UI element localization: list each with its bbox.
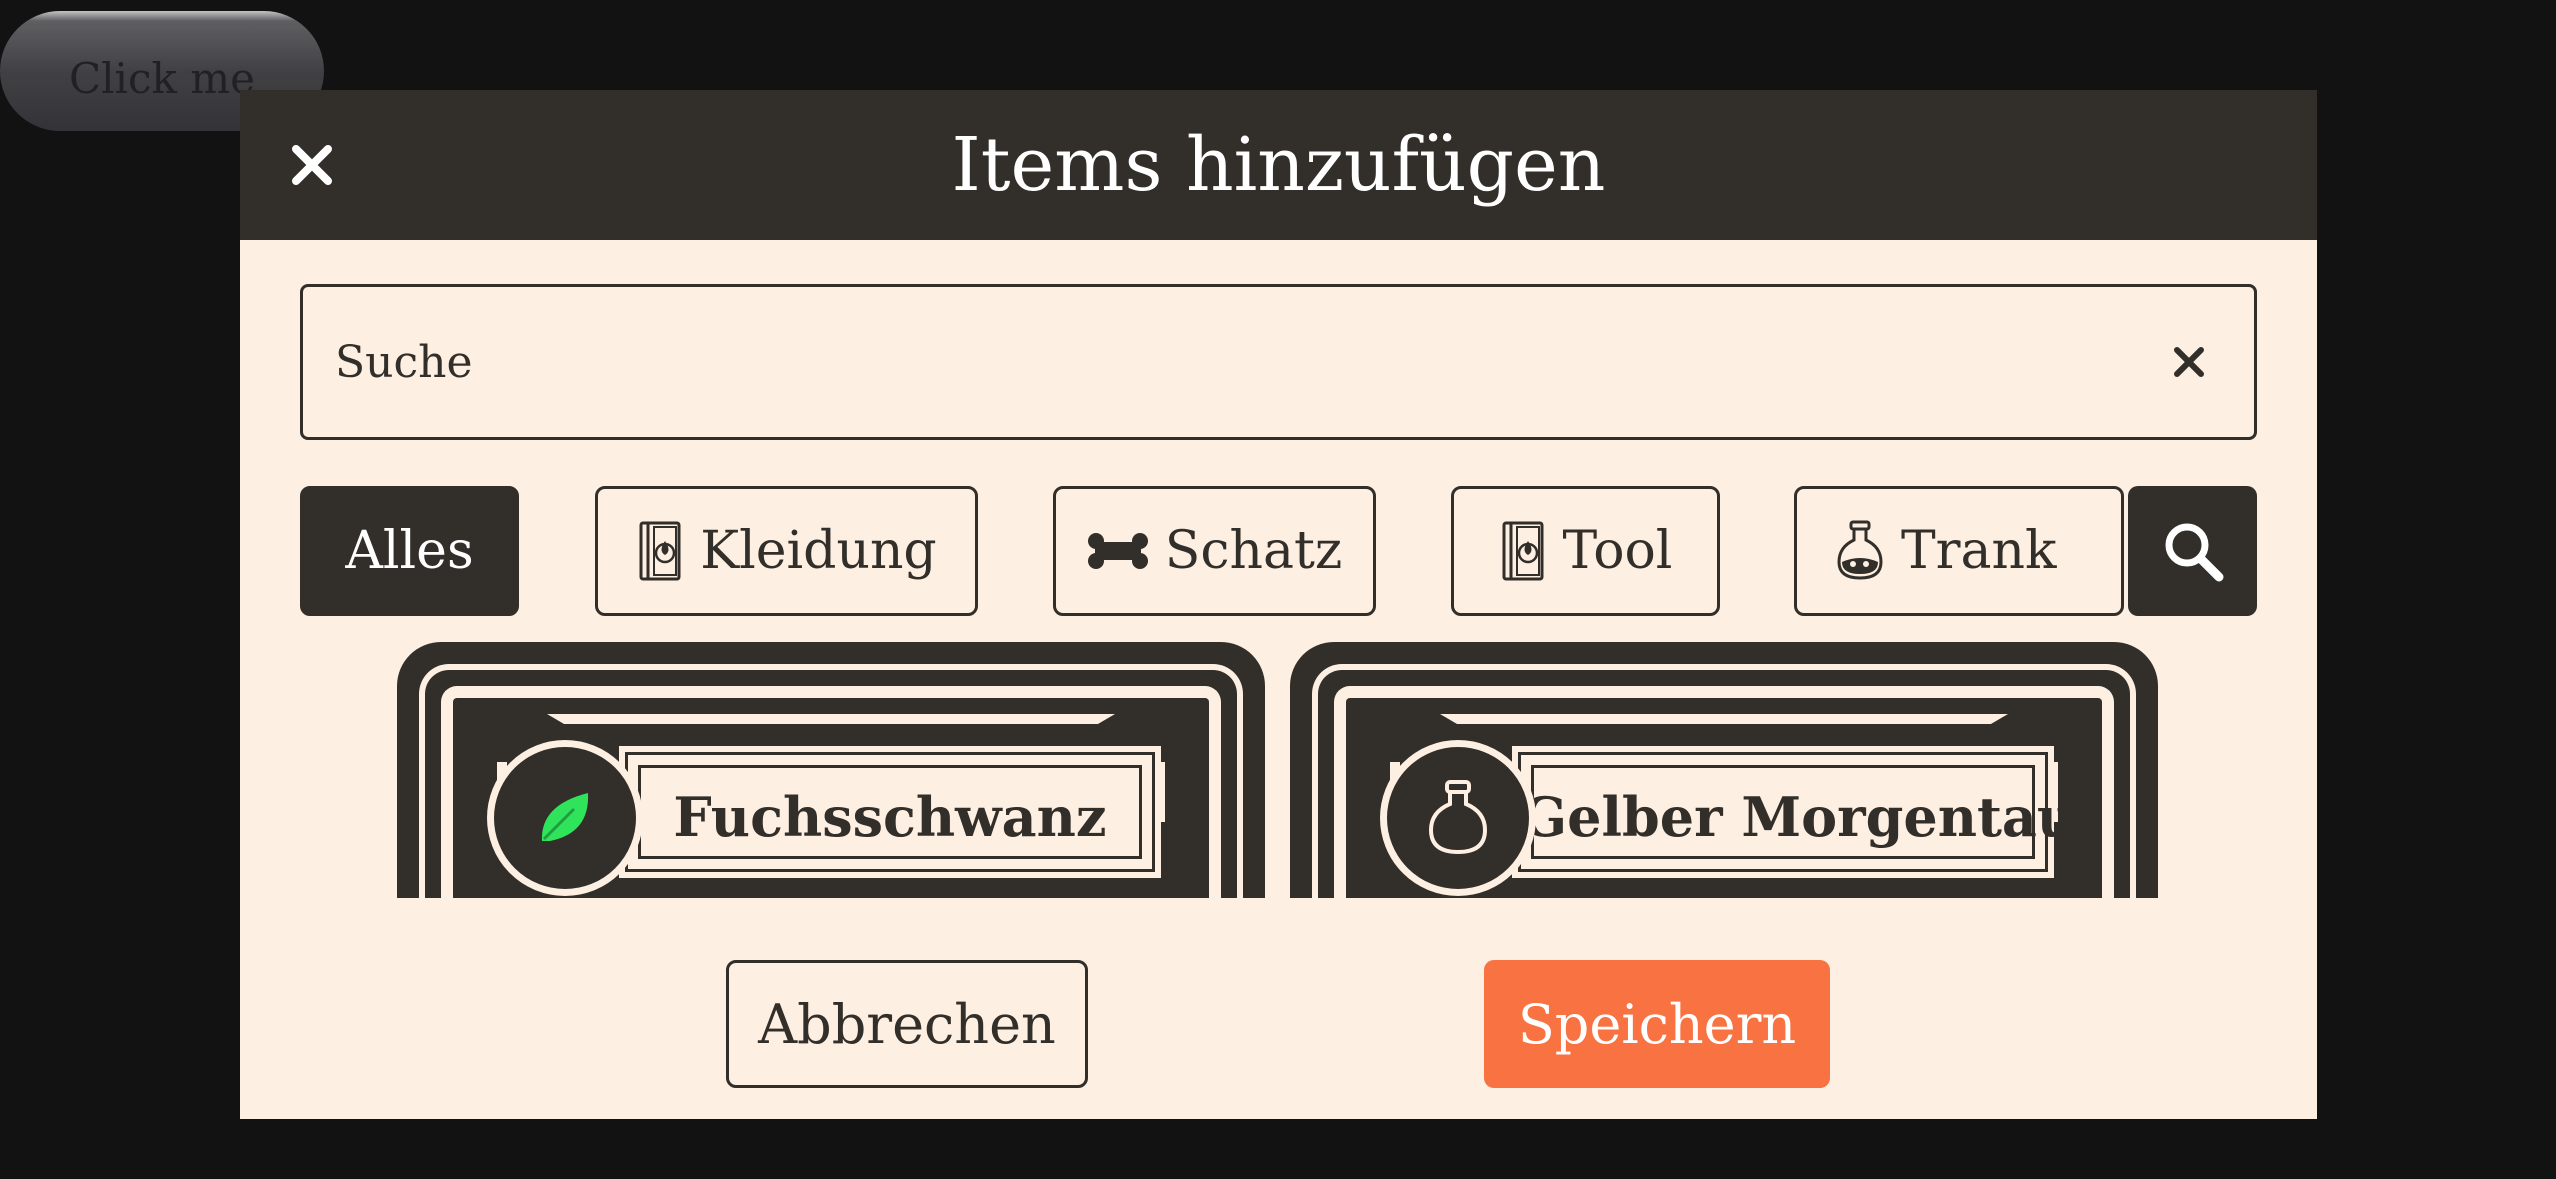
click-me-label: Click me <box>68 53 255 103</box>
save-label: Speichern <box>1517 992 1797 1056</box>
leaf-icon <box>541 793 589 841</box>
item-name-plate: Fuchsschwanz <box>619 746 1161 878</box>
search-clear-button[interactable] <box>2164 337 2214 387</box>
filter-label: Kleidung <box>700 521 937 581</box>
item-name-plate: Gelber Morgentau <box>1512 746 2077 878</box>
filter-label: Schatz <box>1164 521 1343 581</box>
potion-icon <box>1837 520 1883 580</box>
search-submit-button[interactable] <box>2128 486 2257 616</box>
filter-kleidung[interactable]: Kleidung <box>595 486 978 616</box>
filter-label: Trank <box>1901 521 2057 581</box>
cancel-button[interactable]: Abbrechen <box>726 960 1088 1088</box>
item-grid: Fuchsschwanz Gelber Morgentau <box>240 642 2317 898</box>
item-medal <box>1380 740 1536 896</box>
filter-alles[interactable]: Alles <box>300 486 519 616</box>
filter-label: Tool <box>1562 521 1673 581</box>
item-medal <box>487 740 643 896</box>
magnifier-icon <box>2165 523 2223 582</box>
item-name: Fuchsschwanz <box>673 785 1107 849</box>
item-card[interactable]: Fuchsschwanz <box>397 642 1265 898</box>
modal-title: Items hinzufügen <box>951 122 1606 208</box>
cancel-label: Abbrechen <box>758 992 1056 1056</box>
filter-bar: Alles Kleidung Schatz Tool Trank <box>300 486 2147 616</box>
item-name: Gelber Morgentau <box>1521 785 2077 849</box>
search-input[interactable] <box>333 287 2093 437</box>
add-items-modal: Items hinzufügen Alles Kleidung <box>240 90 2317 1119</box>
filter-trank[interactable]: Trank <box>1794 486 2124 616</box>
book-icon <box>1502 521 1544 581</box>
flask-icon <box>1428 780 1488 855</box>
filter-schatz[interactable]: Schatz <box>1053 486 1376 616</box>
book-icon <box>639 521 681 581</box>
filter-label: Alles <box>345 521 474 581</box>
close-icon <box>2174 347 2204 377</box>
search-box <box>300 284 2257 440</box>
item-card[interactable]: Gelber Morgentau <box>1290 642 2158 898</box>
modal-header: Items hinzufügen <box>240 90 2317 240</box>
bone-icon <box>1087 533 1148 569</box>
save-button[interactable]: Speichern <box>1484 960 1830 1088</box>
filter-tool[interactable]: Tool <box>1451 486 1720 616</box>
